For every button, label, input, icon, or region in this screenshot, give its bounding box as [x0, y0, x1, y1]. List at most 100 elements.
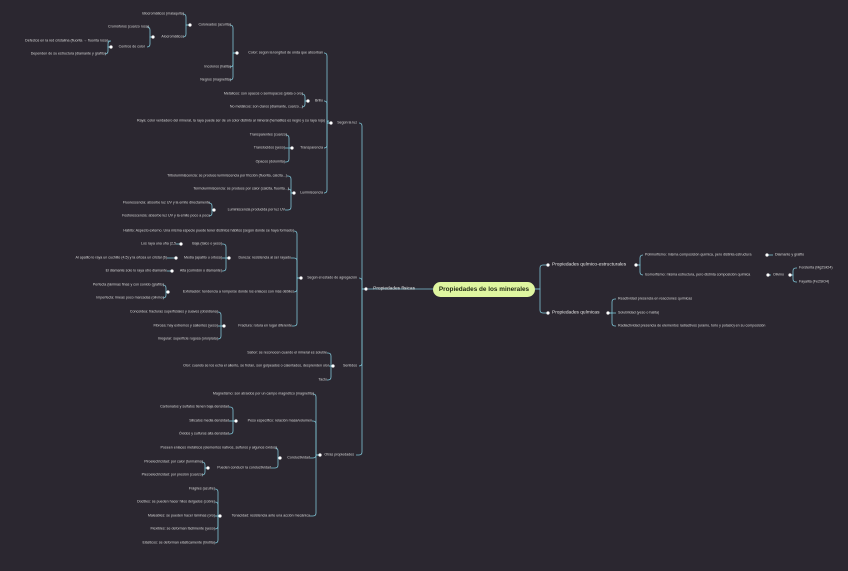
connector-line: [222, 243, 229, 259]
node-peso[interactable]: Peso específico: relación masa/volumen: [248, 419, 312, 424]
node-maleables[interactable]: Maleables: se pueden hacer láminas (oro): [148, 514, 215, 519]
node-isomorfismo[interactable]: Isomorfismo: misma estructura, pero dist…: [645, 273, 750, 278]
node-tenacidad[interactable]: Tenacidad: resistencia ante una acción m…: [232, 514, 310, 519]
node-imperfecta[interactable]: Imperfecta: líneas poco marcadas (olivin…: [96, 296, 164, 301]
node-fragiles[interactable]: Frágiles (azufre): [189, 487, 215, 492]
node-tacto[interactable]: Tacto: [318, 378, 327, 383]
node-triboluminiscencia[interactable]: Triboluminiscencia: se produce luminisce…: [167, 174, 287, 179]
node-translucidos[interactable]: Translúcidos (yeso): [254, 146, 285, 151]
node-olivino[interactable]: Olivino: [773, 273, 784, 278]
node-dependen[interactable]: Dependen de su estructura (diamante y gr…: [31, 52, 106, 57]
node-dot: [235, 51, 239, 55]
node-opacos[interactable]: Opacos (dolomita): [256, 160, 285, 165]
connector-line: [222, 257, 229, 272]
node-enlaces-metalicos[interactable]: Poseen enlaces metálicos (elementos nati…: [161, 446, 277, 451]
node-cromoforos[interactable]: Cromóforos (cuarzo rosa): [108, 25, 149, 30]
connector-line: [535, 264, 548, 290]
node-elasticos[interactable]: Elásticos: se deforman elásticamente (bi…: [142, 541, 215, 546]
node-fisicas[interactable]: Propiedades físicas: [373, 287, 415, 292]
node-oxidos[interactable]: Óxidos y sulfuros alta densidad: [179, 432, 229, 437]
node-agregacion[interactable]: Según el estado de agregación: [307, 276, 357, 281]
node-coloreados[interactable]: Coloreados (azurita): [198, 23, 231, 28]
node-defectos[interactable]: Defectos en la red cristalina (fluorita …: [25, 39, 108, 44]
connector-line: [293, 277, 301, 293]
node-flexibles[interactable]: Flexibles: se deforman fácilmente (yeso): [150, 527, 215, 532]
node-dot: [212, 208, 216, 212]
node-fayalita[interactable]: Fayalita (Fe2SiO4): [799, 280, 829, 285]
node-irregular[interactable]: Irregular: superficie rugosa (oro/plata): [158, 337, 218, 342]
node-dot: [546, 311, 550, 315]
node-forsterita[interactable]: Forsterita (Mg2SiO4): [799, 266, 833, 271]
node-negros[interactable]: Negros (magnetita): [200, 78, 231, 83]
node-fibrosa[interactable]: Fibrosa: hay extremos y salientes (yeso): [153, 324, 218, 329]
node-carbonatos[interactable]: Carbonatos y sulfatos tienen baja densid…: [160, 405, 229, 410]
node-exfoliacion[interactable]: Exfoliación: tendencia a romperse donde …: [183, 290, 294, 295]
node-sabor[interactable]: Sabor: se reconocen cuando el mineral es…: [247, 351, 327, 356]
connector-line: [217, 311, 224, 327]
node-concoidea[interactable]: Concoidea: fracturas superficiales y sua…: [130, 310, 218, 315]
node-color[interactable]: Color: según la longitud de onda que abs…: [248, 51, 323, 56]
node-quimico-estructurales[interactable]: Propiedades químico-estructurales: [552, 263, 626, 268]
node-uv[interactable]: Luminiscencia producida por luz UV: [228, 208, 285, 213]
node-olor[interactable]: Olor: cuando se los echa el aliento, se …: [183, 364, 329, 369]
node-diamante-grafito[interactable]: Diamante y grafito: [775, 253, 804, 258]
node-termoluminiscencia[interactable]: Termoluminiscencia: se produce por calor…: [193, 187, 289, 192]
node-ductiles[interactable]: Dúctiles: se pueden hacer hilos delgados…: [137, 500, 215, 505]
node-luminiscencia[interactable]: Luminiscencia: [300, 191, 323, 196]
node-piezoelectricidad[interactable]: Piezoelectricidad: por presión (cuarzo): [142, 473, 203, 478]
node-dot: [170, 269, 174, 273]
connector-line: [356, 288, 366, 456]
node-silicatos[interactable]: Silicatos media densidad: [189, 419, 229, 424]
node-dot: [188, 23, 192, 27]
node-transparencia[interactable]: Transparencia: [300, 146, 323, 151]
node-magnetismo[interactable]: Magnetismo: son atraídos por un campo ma…: [213, 392, 314, 397]
node-radiactividad[interactable]: Radiactividad presencia de elementos rad…: [618, 324, 765, 329]
node-perfecta[interactable]: Perfecta (láminas finas y con sonido (gr…: [93, 283, 164, 288]
node-alta[interactable]: Alta (corindón o diamante): [180, 269, 222, 274]
node-dot: [174, 256, 178, 260]
node-metalicos[interactable]: Metálicos: son opacos o semiopacos (plat…: [224, 92, 303, 97]
node-dot: [765, 253, 769, 257]
node-baja[interactable]: Baja (talco o yeso): [192, 242, 222, 247]
connector-line: [182, 13, 190, 26]
node-raya[interactable]: Raya: color verdadero del mineral, la ra…: [137, 119, 325, 124]
root-node[interactable]: Propiedades de los minerales: [433, 282, 535, 297]
node-centros-color[interactable]: Centros de color: [119, 45, 145, 50]
node-dot: [109, 45, 113, 49]
connector-line: [535, 288, 548, 314]
node-conducir[interactable]: Pueden conducir la conductividad: [217, 466, 271, 471]
node-idiocromaticos[interactable]: Idiocromáticos (malaquita): [142, 12, 184, 17]
node-transparentes[interactable]: Transparentes (cuarzo): [250, 133, 287, 138]
node-fractura[interactable]: Fractura: rotura en lugar diferente: [238, 324, 292, 329]
node-piroelectricidad[interactable]: Piroelectricidad: por calor (turmalina): [144, 460, 203, 465]
node-reactividad[interactable]: Reactividad presencia en reacciones quím…: [618, 297, 692, 302]
connector-line: [214, 515, 220, 544]
node-sentidos[interactable]: Sentidos: [343, 364, 357, 369]
connector-line: [229, 52, 237, 68]
node-otras[interactable]: Otras propiedades: [324, 453, 354, 458]
node-dot: [234, 419, 238, 423]
node-dot: [179, 242, 183, 246]
node-no-metalicos[interactable]: No metálicos: son claros (diamante, cuar…: [230, 105, 303, 110]
node-fosforescencia[interactable]: Fosforescencia: absorbe luz UV y la emit…: [122, 214, 210, 219]
node-alocromaticos[interactable]: Alocromáticos: [161, 35, 184, 40]
node-polimorfismo[interactable]: Polimorfismo: misma composición química,…: [645, 253, 751, 258]
node-incoloros[interactable]: Incoloros (halita): [204, 65, 231, 70]
node-dot: [292, 191, 296, 195]
node-baja-desc[interactable]: Los raya una uña (2,5: [141, 242, 176, 247]
node-quimicas[interactable]: Propiedades químicas: [552, 311, 599, 316]
node-media[interactable]: Media (apatito u ortosa): [184, 256, 222, 261]
connector-line: [323, 100, 331, 124]
node-alta-desc[interactable]: El diamante solo lo raya otro diamante: [106, 269, 167, 274]
connector-line: [312, 393, 320, 456]
node-dureza[interactable]: Dureza: resistencia al ser rayado: [238, 256, 291, 261]
connector-line: [358, 122, 366, 290]
node-conductividad[interactable]: Conductividad: [287, 456, 310, 461]
node-solubilidad[interactable]: Solubilidad (yeso o halita): [618, 311, 659, 316]
node-habito[interactable]: Hábito: Aspecto externo. Una misma espec…: [123, 229, 294, 234]
node-segun-luz[interactable]: Según la luz: [337, 121, 357, 126]
connector-line: [636, 264, 644, 276]
node-media-desc[interactable]: Al apatito lo raya un cuchillo (4,5) y l…: [76, 256, 167, 261]
node-fluorescencia[interactable]: Fluorescencia: absorbe luz UV y la emite…: [123, 201, 210, 206]
node-brillo[interactable]: Brillo: [315, 99, 323, 104]
